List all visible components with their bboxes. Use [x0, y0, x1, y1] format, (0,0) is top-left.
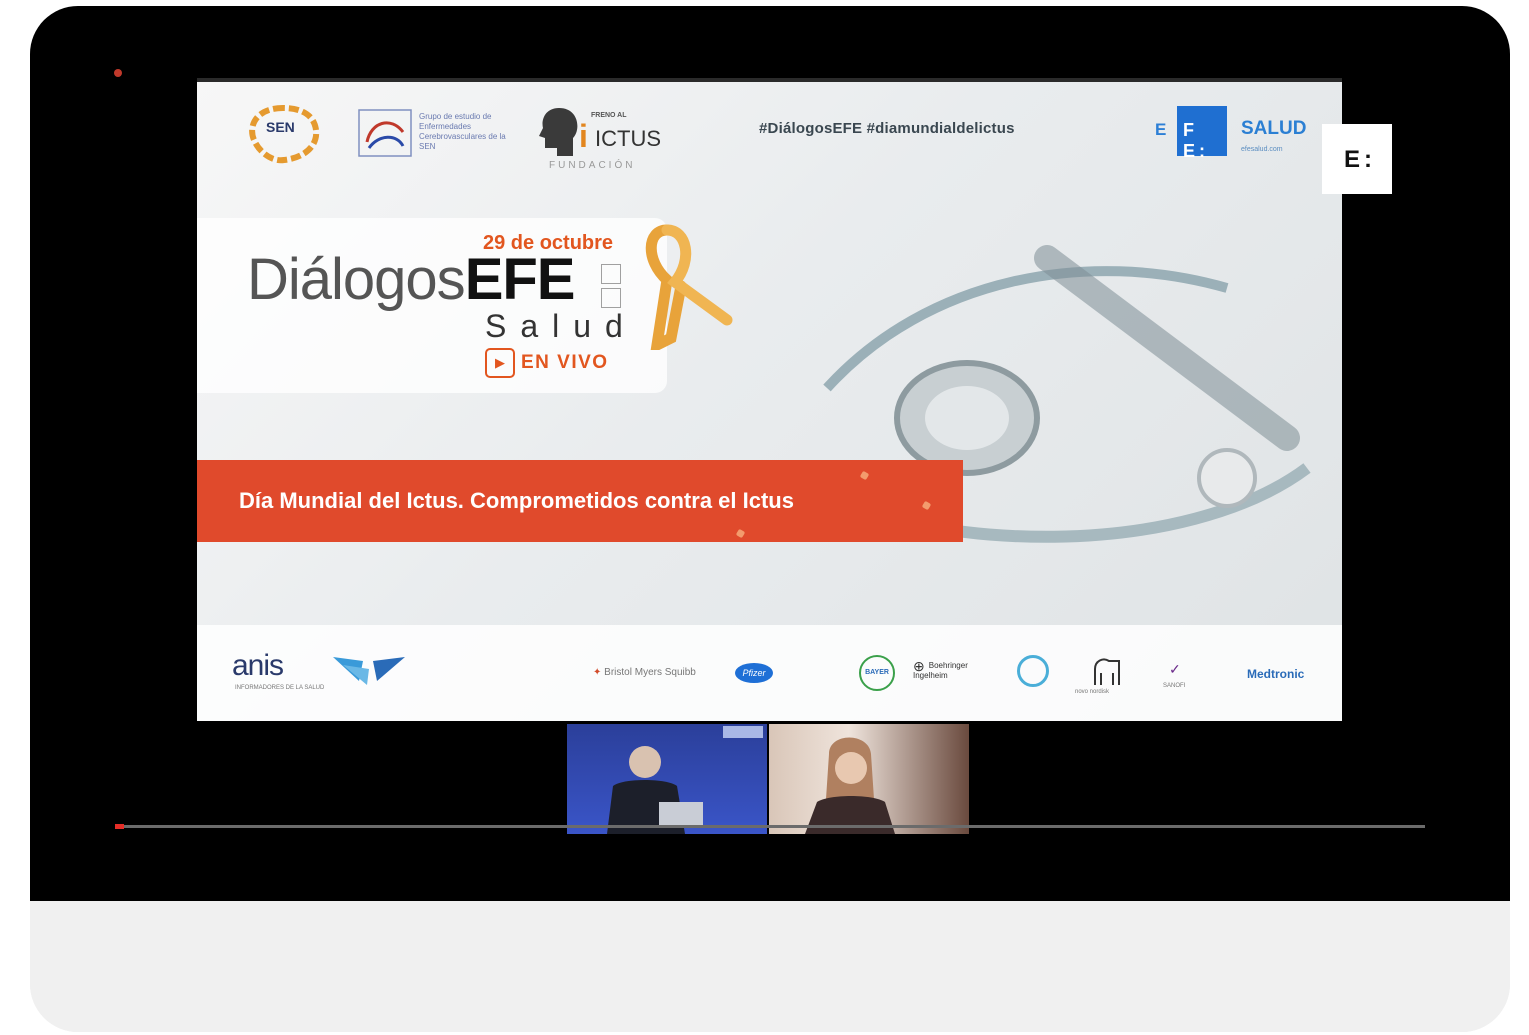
slide-subtitle: Salud: [485, 308, 637, 344]
bayer-logo: BAYER: [859, 655, 895, 691]
ictus-i: i: [579, 118, 588, 154]
slide-title: DiálogosEFE: [247, 247, 575, 312]
record-indicator: [114, 69, 122, 77]
sanofi-icon: ✓: [1169, 661, 1181, 677]
progress-fill: [115, 824, 125, 829]
awareness-ribbon-icon: [645, 224, 733, 350]
stethoscope-image: [784, 245, 1311, 543]
anis-logo: anis: [232, 649, 284, 682]
below-player-area: [30, 901, 1510, 1032]
grupo-estudio-logo: Grupo de estudio de Enfermedades Cerebro…: [357, 108, 517, 164]
sen-logo: SEN: [249, 104, 320, 164]
person-1-image: [607, 726, 763, 834]
wings-logo-icon: [333, 657, 405, 685]
video-player[interactable]: SEN Grupo de estudio de Enfermedades Cer…: [30, 6, 1510, 901]
live-badge: ▶ EN VIVO: [485, 348, 609, 378]
novo-logo-text: novo nordisk: [1075, 689, 1110, 695]
banner-dot: [735, 528, 746, 539]
salud-url: efesalud.com: [1241, 146, 1283, 153]
head-icon: [539, 108, 578, 156]
participant-tile-speaker-2[interactable]: [769, 724, 969, 834]
efe-letter-e: E: [1155, 120, 1170, 139]
fundacion-text: FUNDACIÓN: [549, 160, 636, 171]
freno-al-text: FRENO AL: [591, 112, 627, 119]
participant-tile-speaker-1[interactable]: [567, 724, 767, 834]
anis-tagline: INFORMADORES DE LA SALUD: [235, 685, 325, 691]
play-icon: ▶: [485, 348, 515, 378]
brain-icon: [358, 109, 412, 157]
title-boxes: [601, 264, 621, 312]
banner-dot: [921, 500, 932, 511]
boehringer-logo: ⊕ Boehringer Ingelheim: [913, 658, 968, 680]
video-card: SEN Grupo de estudio de Enfermedades Cer…: [30, 6, 1510, 1032]
efe-blue-box: F E:: [1177, 106, 1227, 161]
efe-watermark: E:: [1322, 124, 1392, 194]
pfizer-logo: Pfizer: [735, 663, 773, 683]
ictus-text: ICTUS: [595, 126, 661, 151]
medtronic-logo: Medtronic: [1247, 667, 1305, 681]
headline-text: Día Mundial del Ictus. Comprometidos con…: [239, 488, 794, 513]
grupo-estudio-text: Grupo de estudio de Enfermedades Cerebro…: [419, 112, 506, 151]
freno-ictus-logo: FRENO AL i ICTUS FUNDACIÓN: [539, 102, 669, 180]
banner-dot: [859, 470, 870, 481]
participant-tiles: [567, 724, 969, 834]
sanofi-logo: SANOFI: [1163, 683, 1186, 689]
slide-top-edge: [197, 78, 1342, 82]
person-2-image: [805, 737, 895, 834]
hashtags: #DiálogosEFE #diamundialdelictus: [759, 120, 1015, 137]
progress-track[interactable]: [115, 825, 1425, 828]
novo-bull-icon: [1094, 658, 1120, 685]
grifols-logo: [1017, 655, 1049, 687]
sen-logo-text: SEN: [266, 119, 295, 135]
presentation-slide: SEN Grupo de estudio de Enfermedades Cer…: [197, 78, 1342, 721]
sponsor-bar: anis INFORMADORES DE LA SALUD ✦ Bristol …: [197, 625, 1342, 721]
live-label: EN VIVO: [521, 352, 609, 373]
efe-salud-logo: F E: E SALUD efesalud.com: [1155, 106, 1307, 162]
headline-banner: Día Mundial del Ictus. Comprometidos con…: [197, 460, 963, 542]
bms-logo: ✦ Bristol Myers Squibb: [593, 667, 696, 678]
salud-text: SALUD: [1241, 118, 1307, 139]
